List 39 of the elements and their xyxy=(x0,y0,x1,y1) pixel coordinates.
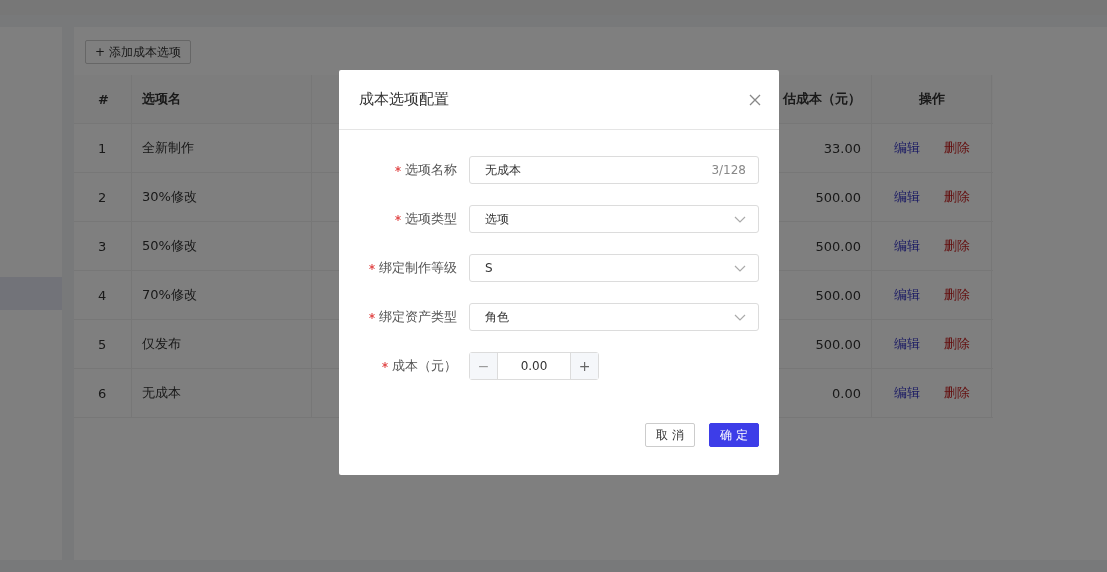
chevron-down-icon xyxy=(734,313,746,321)
column-header: # xyxy=(74,75,132,123)
table-cell: 2 xyxy=(74,173,132,221)
cancel-button[interactable]: 取 消 xyxy=(645,423,696,447)
select-field[interactable]: 选项 xyxy=(469,205,759,233)
table-cell: 仅发布 xyxy=(132,320,312,368)
add-button[interactable]: + 添加成本选项 xyxy=(85,40,191,64)
table-cell: 30%修改 xyxy=(132,173,312,221)
delete-link[interactable]: 删除 xyxy=(943,139,970,157)
delete-link[interactable]: 删除 xyxy=(943,237,970,255)
edit-link[interactable]: 编辑 xyxy=(893,384,920,402)
table-cell: 6 xyxy=(74,369,132,417)
chevron-down-icon xyxy=(734,215,746,223)
edit-link[interactable]: 编辑 xyxy=(893,139,920,157)
delete-link[interactable]: 删除 xyxy=(943,286,970,304)
edit-link[interactable]: 编辑 xyxy=(893,188,920,206)
table-cell: 50%修改 xyxy=(132,222,312,270)
column-header: 选项名 xyxy=(132,75,312,123)
column-header: 操作 xyxy=(872,75,992,123)
chevron-down-icon xyxy=(734,264,746,272)
close-icon[interactable] xyxy=(749,93,761,106)
table-cell: 4 xyxy=(74,271,132,319)
edit-link[interactable]: 编辑 xyxy=(893,237,920,255)
edit-link[interactable]: 编辑 xyxy=(893,335,920,353)
select-field[interactable]: S xyxy=(469,254,759,282)
table-cell: 5 xyxy=(74,320,132,368)
confirm-button[interactable]: 确 定 xyxy=(709,423,759,447)
dialog-title: 成本选项配置 xyxy=(359,90,449,109)
table-cell: 3 xyxy=(74,222,132,270)
edit-link[interactable]: 编辑 xyxy=(893,286,920,304)
table-cell: 1 xyxy=(74,124,132,172)
table-cell: 全新制作 xyxy=(132,124,312,172)
delete-link[interactable]: 删除 xyxy=(943,384,970,402)
input-field[interactable]: 无成本 3/128 xyxy=(469,156,759,184)
delete-link[interactable]: 删除 xyxy=(943,335,970,353)
table-cell: 70%修改 xyxy=(132,271,312,319)
delete-link[interactable]: 删除 xyxy=(943,188,970,206)
table-cell: 无成本 xyxy=(132,369,312,417)
select-field[interactable]: 角色 xyxy=(469,303,759,331)
